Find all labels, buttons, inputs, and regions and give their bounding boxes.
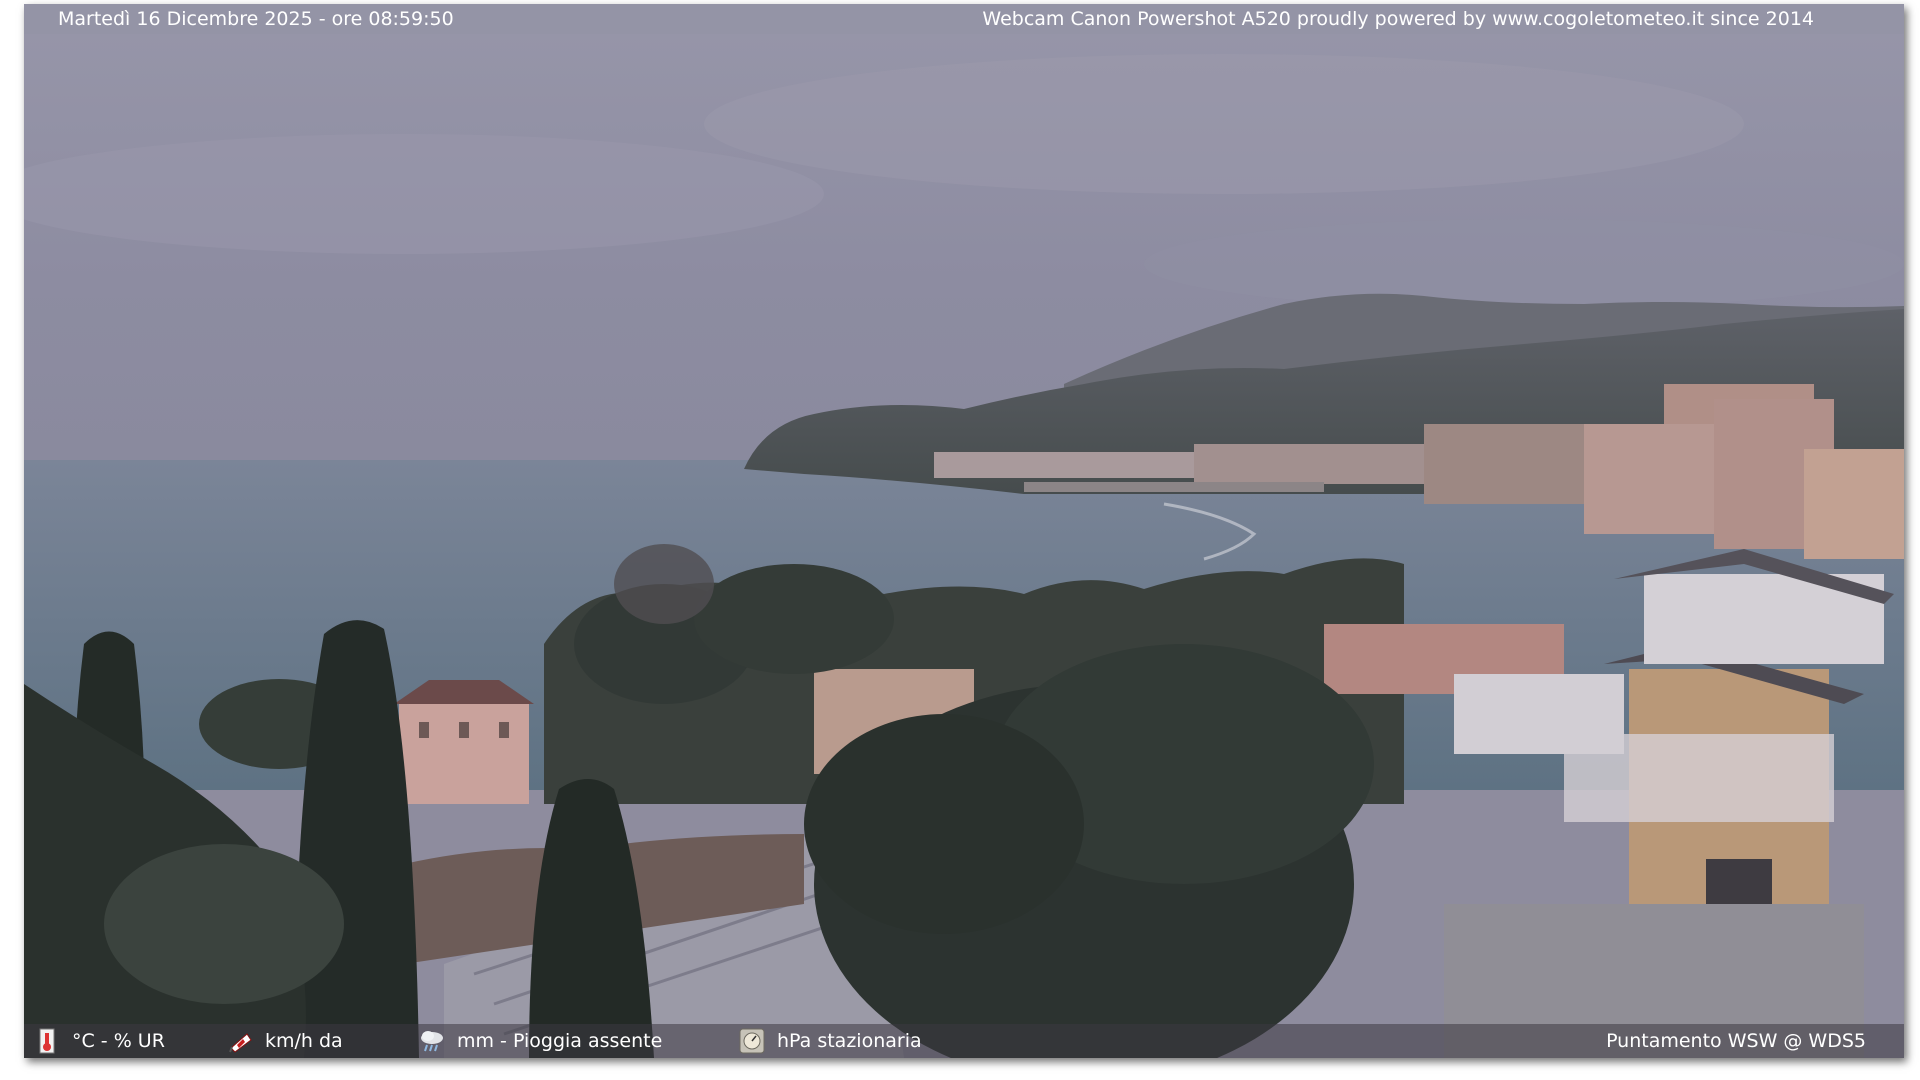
pressure-label: hPa stazionaria: [777, 1030, 922, 1052]
villa-window: [459, 722, 469, 738]
windsock-icon: [229, 1033, 252, 1053]
villa-window: [499, 722, 509, 738]
rain-cloud-icon: [421, 1031, 443, 1052]
pine-tree: [694, 564, 894, 674]
rain-stat: mm - Pioggia assente: [419, 1024, 662, 1058]
webcam-frame: Martedì 16 Dicembre 2025 - ore 08:59:50 …: [24, 4, 1904, 1058]
thermometer-icon: [39, 1028, 55, 1054]
weather-bar: °C - % UR km/h da mm - Pioggia assente h…: [24, 1024, 1904, 1058]
apartment-block: [1584, 424, 1724, 534]
cloud: [1144, 219, 1904, 309]
wind-label: km/h da: [265, 1030, 343, 1052]
coastal-buildings: [934, 452, 1194, 478]
beach: [1024, 482, 1324, 492]
cloud: [704, 54, 1744, 194]
olive-tree: [104, 844, 344, 1004]
white-building: [1454, 674, 1624, 754]
header-bar: Martedì 16 Dicembre 2025 - ore 08:59:50 …: [24, 4, 1904, 34]
bare-tree: [614, 544, 714, 624]
umbrella-pine: [804, 714, 1084, 934]
rain-label: mm - Pioggia assente: [457, 1030, 663, 1052]
villa-window: [419, 722, 429, 738]
webcam-image: [24, 4, 1904, 1058]
coastal-buildings: [1194, 444, 1454, 484]
villa: [399, 704, 529, 804]
barometer-icon: [739, 1028, 765, 1054]
apartment-block: [1804, 449, 1904, 559]
capture-datetime: Martedì 16 Dicembre 2025 - ore 08:59:50: [58, 8, 454, 30]
cypress: [529, 779, 654, 1058]
temperature-stat: °C - % UR: [34, 1024, 165, 1058]
temperature-label: °C - % UR: [72, 1030, 165, 1052]
camera-pointing: Puntamento WSW @ WDS5: [1606, 1030, 1866, 1052]
webcam-credit: Webcam Canon Powershot A520 proudly powe…: [982, 8, 1814, 30]
pressure-stat: hPa stazionaria: [739, 1024, 922, 1058]
wind-stat: km/h da: [227, 1024, 343, 1058]
